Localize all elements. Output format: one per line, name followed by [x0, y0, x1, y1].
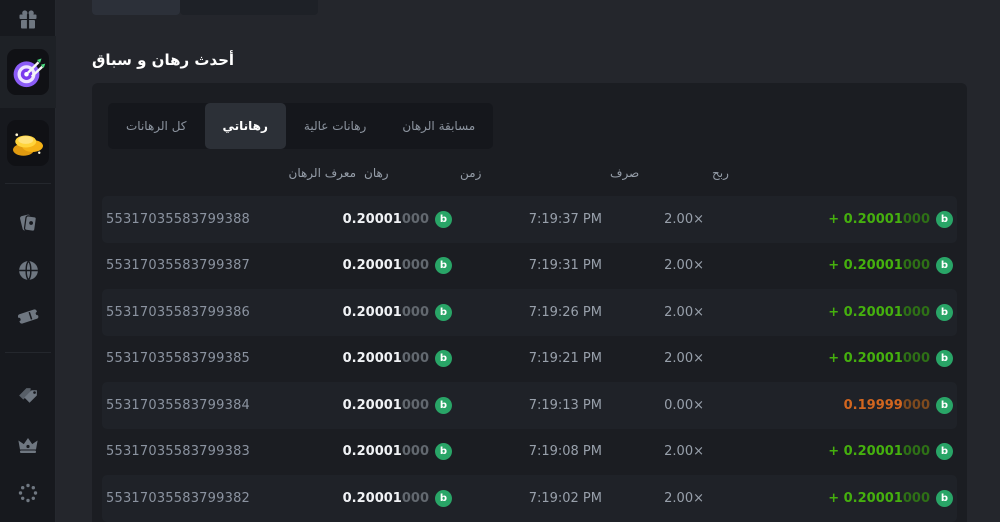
bet-time: 7:19:21 PM — [456, 351, 606, 366]
basketball-icon — [16, 258, 41, 283]
bet-time: 7:19:26 PM — [456, 305, 606, 320]
bet-id: 55317035583799383 — [102, 444, 360, 459]
bet-id: 55317035583799386 — [102, 305, 360, 320]
bet-multiplier: 2.00× — [606, 305, 708, 320]
coin-icon — [435, 490, 452, 507]
bets-table: معرف الرهان رهان زمن صرف ربح 55317035583… — [102, 150, 957, 522]
header-bet: رهان — [360, 166, 456, 180]
bet-amount: 0.20001000 — [360, 211, 456, 228]
coin-icon — [435, 397, 452, 414]
crown-icon — [16, 432, 40, 456]
bet-profit: + 0.20001000 — [708, 257, 957, 274]
table-row[interactable]: 55317035583799383 0.20001000 7:19:08 PM … — [102, 429, 957, 476]
table-row[interactable]: 55317035583799386 0.20001000 7:19:26 PM … — [102, 289, 957, 336]
bet-profit: + 0.20001000 — [708, 304, 957, 321]
bet-id: 55317035583799388 — [102, 212, 360, 227]
bet-multiplier: 2.00× — [606, 444, 708, 459]
coin-icon — [936, 211, 953, 228]
sidebar-divider-2 — [5, 352, 51, 353]
bet-profit: + 0.20001000 — [708, 443, 957, 460]
darts-target-icon — [7, 49, 49, 95]
playing-cards-icon — [16, 210, 41, 235]
table-header-row: معرف الرهان رهان زمن صرف ربح — [102, 150, 957, 196]
bet-amount: 0.20001000 — [360, 257, 456, 274]
bets-tab-group: كل الرهانات رهاناتي رهانات عالية مسابقة … — [108, 103, 493, 149]
tab-all-bets[interactable]: كل الرهانات — [108, 103, 205, 149]
sidebar-divider-1 — [5, 183, 51, 184]
tab-high-bets[interactable]: رهانات عالية — [286, 103, 384, 149]
bet-profit: + 0.20001000 — [708, 211, 957, 228]
coin-icon — [936, 350, 953, 367]
bet-id: 55317035583799382 — [102, 491, 360, 506]
header-time: زمن — [456, 166, 606, 180]
sidebar-item-rewards[interactable] — [0, 4, 56, 34]
latest-bets-card: كل الرهانات رهاناتي رهانات عالية مسابقة … — [92, 83, 967, 522]
top-partial-tab-active[interactable] — [92, 0, 180, 15]
bet-time: 7:19:37 PM — [456, 212, 606, 227]
sidebar-item-darts-active[interactable] — [0, 36, 56, 108]
bet-id: 55317035583799387 — [102, 258, 360, 273]
bet-profit: 0.19999000 — [708, 397, 957, 414]
bet-multiplier: 0.00× — [606, 398, 708, 413]
header-multiplier: صرف — [606, 166, 708, 180]
coin-icon — [936, 257, 953, 274]
coin-icon — [435, 304, 452, 321]
dotted-circle-icon — [16, 481, 40, 505]
sidebar-item-loading[interactable] — [0, 477, 56, 509]
coin-icon — [936, 397, 953, 414]
bet-time: 7:19:08 PM — [456, 444, 606, 459]
bet-id: 55317035583799384 — [102, 398, 360, 413]
sidebar — [0, 0, 56, 522]
sidebar-item-my-bets[interactable] — [0, 300, 56, 332]
bet-amount: 0.20001000 — [360, 397, 456, 414]
bet-time: 7:19:31 PM — [456, 258, 606, 273]
page-title: أحدث رهان و سباق — [92, 51, 234, 69]
bet-profit: + 0.20001000 — [708, 350, 957, 367]
coin-icon — [435, 443, 452, 460]
sidebar-item-sports[interactable] — [0, 254, 56, 286]
coins-icon — [7, 120, 49, 166]
coin-icon — [936, 443, 953, 460]
coin-icon — [435, 211, 452, 228]
tags-icon — [16, 384, 41, 409]
bet-multiplier: 2.00× — [606, 351, 708, 366]
tab-bet-race[interactable]: مسابقة الرهان — [384, 103, 493, 149]
bet-id: 55317035583799385 — [102, 351, 360, 366]
bet-multiplier: 2.00× — [606, 491, 708, 506]
bet-multiplier: 2.00× — [606, 212, 708, 227]
bet-profit: + 0.20001000 — [708, 490, 957, 507]
ticket-icon — [15, 303, 41, 329]
sidebar-item-casino[interactable] — [0, 206, 56, 238]
sidebar-item-promotions[interactable] — [0, 380, 56, 412]
bet-amount: 0.20001000 — [360, 350, 456, 367]
table-row[interactable]: 55317035583799382 0.20001000 7:19:02 PM … — [102, 475, 957, 522]
coin-icon — [435, 350, 452, 367]
sidebar-item-vip[interactable] — [0, 428, 56, 460]
bet-amount: 0.20001000 — [360, 490, 456, 507]
header-profit: ربح — [708, 166, 957, 180]
table-row[interactable]: 55317035583799387 0.20001000 7:19:31 PM … — [102, 243, 957, 290]
top-partial-tab-inactive[interactable] — [180, 0, 318, 15]
coin-icon — [435, 257, 452, 274]
table-row[interactable]: 55317035583799385 0.20001000 7:19:21 PM … — [102, 336, 957, 383]
table-row[interactable]: 55317035583799384 0.20001000 7:19:13 PM … — [102, 382, 957, 429]
gift-icon — [16, 7, 40, 31]
tab-my-bets[interactable]: رهاناتي — [205, 103, 286, 149]
bet-multiplier: 2.00× — [606, 258, 708, 273]
bet-amount: 0.20001000 — [360, 443, 456, 460]
table-row[interactable]: 55317035583799388 0.20001000 7:19:37 PM … — [102, 196, 957, 243]
bet-time: 7:19:13 PM — [456, 398, 606, 413]
coin-icon — [936, 490, 953, 507]
header-bet-id: معرف الرهان — [102, 166, 360, 180]
bet-amount: 0.20001000 — [360, 304, 456, 321]
sidebar-item-bonus-coins[interactable] — [0, 118, 56, 168]
coin-icon — [936, 304, 953, 321]
bet-time: 7:19:02 PM — [456, 491, 606, 506]
